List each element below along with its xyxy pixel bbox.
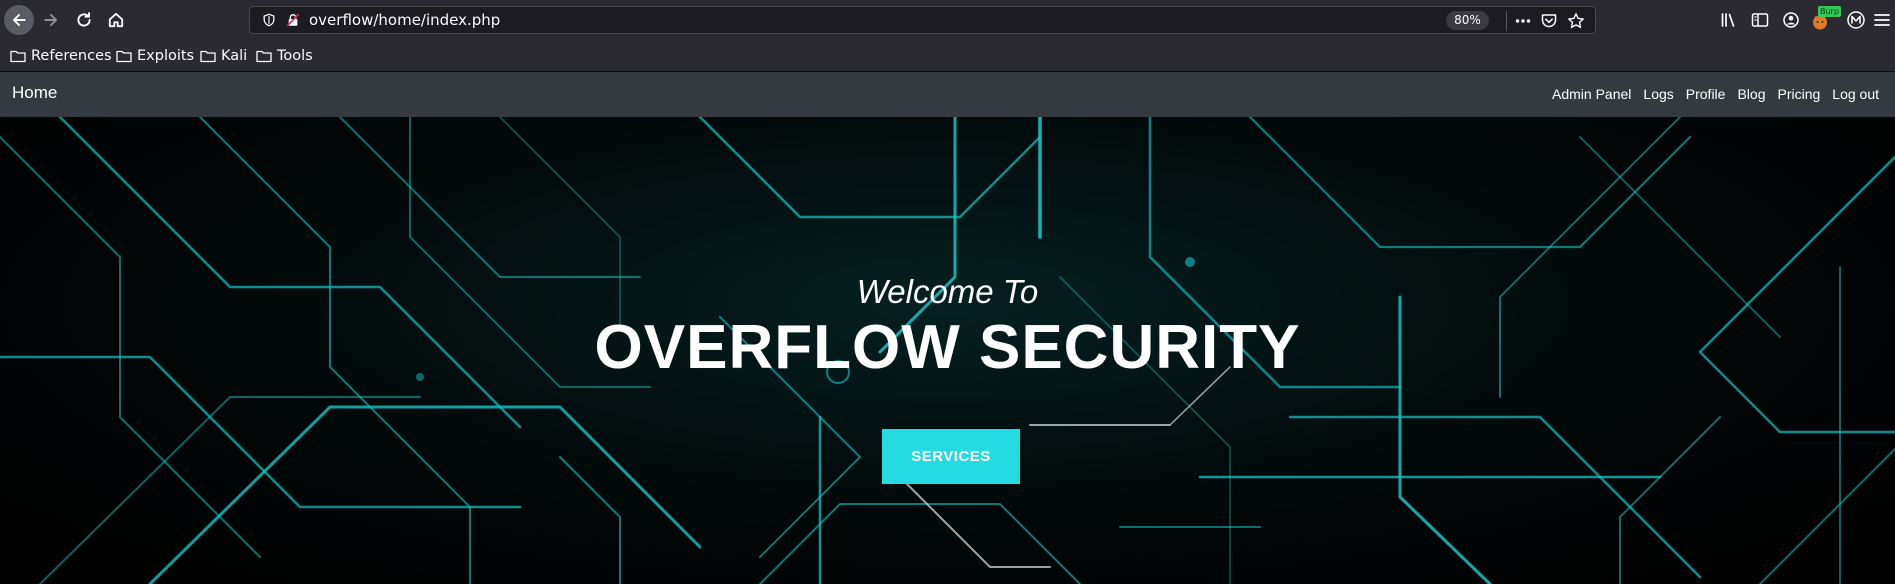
navbar-links: Admin Panel Logs Profile Blog Pricing Lo… [1546, 86, 1885, 102]
insecure-lock-icon[interactable] [286, 13, 300, 27]
bookmark-label: Tools [277, 48, 313, 64]
hero-title: OVERFLOW SECURITY [594, 313, 1301, 382]
folder-icon [200, 50, 216, 63]
forward-button[interactable] [36, 5, 66, 35]
reload-icon [77, 12, 91, 27]
back-button[interactable] [4, 5, 34, 35]
services-button[interactable]: SERVICES [882, 429, 1020, 484]
tracking-shield-icon[interactable] [262, 13, 276, 27]
web-page: Home Admin Panel Logs Profile Blog Prici… [0, 72, 1895, 584]
bookmarks-toolbar: References Exploits Kali Tools [0, 40, 1895, 72]
bookmark-folder-exploits[interactable]: Exploits [116, 47, 194, 65]
bookmark-star-icon[interactable] [1567, 12, 1585, 30]
nav-link-admin-panel[interactable]: Admin Panel [1546, 86, 1637, 102]
burp-badge: Burp [1818, 6, 1841, 17]
foxyproxy-extension-button[interactable]: Burp [1810, 6, 1841, 32]
site-navbar: Home Admin Panel Logs Profile Blog Prici… [0, 72, 1895, 117]
bookmark-label: References [31, 48, 112, 64]
nav-link-logs[interactable]: Logs [1637, 86, 1679, 102]
page-actions-icon[interactable] [1514, 12, 1532, 30]
nav-link-log-out[interactable]: Log out [1826, 86, 1885, 102]
arrow-right-icon [44, 13, 58, 27]
folder-icon [256, 50, 272, 63]
nav-link-pricing[interactable]: Pricing [1771, 86, 1826, 102]
hero-section: Welcome To OVERFLOW SECURITY SERVICES [0, 117, 1895, 584]
navbar-brand-home[interactable]: Home [12, 83, 57, 103]
zoom-level-badge[interactable]: 80% [1446, 11, 1489, 30]
home-icon [108, 12, 124, 28]
url-text[interactable]: overflow/home/index.php [309, 11, 500, 29]
bookmark-folder-tools[interactable]: Tools [256, 47, 313, 65]
folder-icon [116, 50, 132, 63]
account-icon[interactable] [1781, 10, 1801, 30]
extension-m-icon[interactable] [1846, 10, 1866, 30]
menu-hamburger-icon[interactable] [1872, 10, 1892, 30]
reload-button[interactable] [69, 5, 99, 35]
browser-toolbar: overflow/home/index.php 80% Burp [0, 0, 1895, 40]
library-icon[interactable] [1719, 10, 1739, 30]
nav-link-profile[interactable]: Profile [1680, 86, 1732, 102]
bookmark-folder-kali[interactable]: Kali [200, 47, 247, 65]
urlbar-divider [1506, 11, 1507, 31]
nav-link-blog[interactable]: Blog [1731, 86, 1771, 102]
arrow-left-icon [12, 13, 26, 27]
bookmark-label: Exploits [137, 48, 195, 64]
pocket-icon[interactable] [1540, 12, 1558, 30]
bookmark-label: Kali [221, 48, 248, 64]
folder-icon [10, 50, 26, 63]
home-button[interactable] [101, 5, 131, 35]
hero-welcome-text: Welcome To [856, 273, 1039, 310]
sidebar-icon[interactable] [1750, 10, 1770, 30]
bookmark-folder-references[interactable]: References [10, 47, 112, 65]
url-bar[interactable]: overflow/home/index.php 80% [249, 6, 1596, 34]
